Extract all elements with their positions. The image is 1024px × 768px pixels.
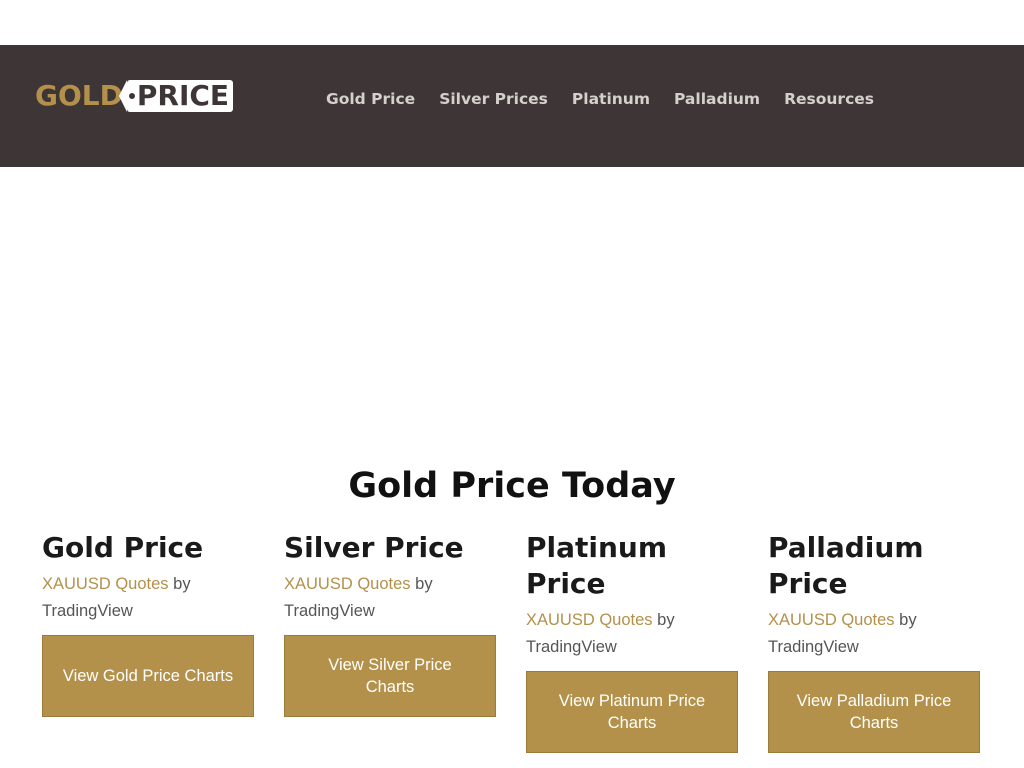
card-title: Gold Price	[42, 531, 204, 564]
price-tag-hole-icon	[128, 93, 135, 99]
logo-price-tag: PRICE	[118, 79, 234, 112]
page-title: Gold Price Today	[348, 466, 676, 506]
quote-by-text: by	[173, 575, 191, 593]
silver-price-card: Silver Price XAUUSD Quotes by TradingVie…	[284, 530, 496, 717]
nav-silver-prices[interactable]: Silver Prices	[439, 89, 548, 109]
view-gold-charts-button[interactable]: View Gold Price Charts	[42, 635, 254, 717]
card-title: Silver Price	[284, 531, 464, 564]
view-silver-charts-button[interactable]: View Silver Price Charts	[284, 635, 496, 717]
site-logo[interactable]: GOLD PRICE	[35, 79, 234, 112]
quote-attribution: XAUUSD Quotes by TradingView	[42, 571, 254, 625]
quote-source-text: TradingView	[526, 638, 617, 656]
platinum-price-card: Platinum Price XAUUSD Quotes by TradingV…	[526, 530, 738, 753]
quotes-link[interactable]: XAUUSD Quotes	[768, 611, 895, 629]
quote-by-text: by	[899, 611, 917, 629]
view-palladium-charts-button[interactable]: View Palladium Price Charts	[768, 671, 980, 753]
quote-by-text: by	[415, 575, 433, 593]
logo-price-text: PRICE	[136, 79, 230, 112]
main-nav: Gold Price Silver Prices Platinum Pallad…	[326, 89, 898, 109]
quote-source-text: TradingView	[768, 638, 859, 656]
quote-by-text: by	[657, 611, 675, 629]
site-header: GOLD PRICE Gold Price Silver Prices Plat…	[0, 45, 1024, 167]
quotes-link[interactable]: XAUUSD Quotes	[526, 611, 653, 629]
nav-gold-price[interactable]: Gold Price	[326, 89, 415, 109]
quote-source-text: TradingView	[284, 602, 375, 620]
quote-attribution: XAUUSD Quotes by TradingView	[526, 607, 738, 661]
nav-palladium[interactable]: Palladium	[674, 89, 760, 109]
quote-attribution: XAUUSD Quotes by TradingView	[284, 571, 496, 625]
card-title: Platinum Price	[526, 531, 668, 600]
view-platinum-charts-button[interactable]: View Platinum Price Charts	[526, 671, 738, 753]
palladium-price-card: Palladium Price XAUUSD Quotes by Trading…	[768, 530, 980, 753]
quotes-link[interactable]: XAUUSD Quotes	[284, 575, 411, 593]
nav-resources[interactable]: Resources	[784, 89, 874, 109]
gold-price-card: Gold Price XAUUSD Quotes by TradingView …	[42, 530, 254, 717]
logo-gold-text: GOLD	[35, 79, 123, 112]
nav-platinum[interactable]: Platinum	[572, 89, 650, 109]
quotes-link[interactable]: XAUUSD Quotes	[42, 575, 169, 593]
card-title: Palladium Price	[768, 531, 924, 600]
quote-source-text: TradingView	[42, 602, 133, 620]
quote-attribution: XAUUSD Quotes by TradingView	[768, 607, 980, 661]
